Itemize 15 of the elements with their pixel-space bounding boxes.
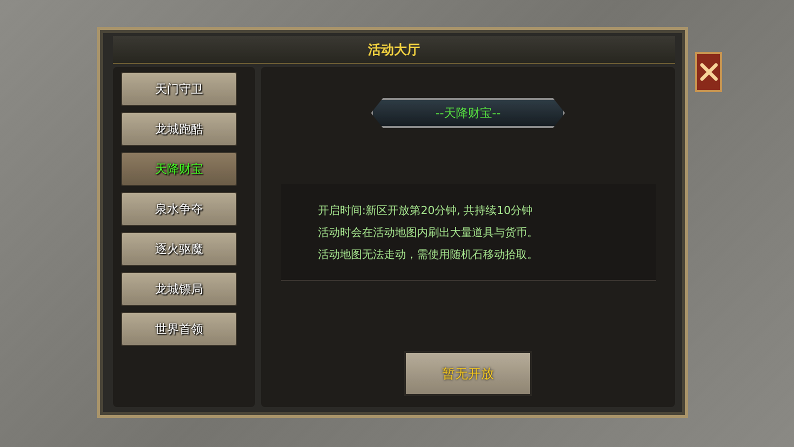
activity-tab[interactable]: 天门守卫 (121, 72, 237, 106)
description-text: 活动时会在活动地图内刷出大量道具与货币。 (318, 224, 539, 240)
description-text: 活动地图无法走动，需使用随机石移动拾取。 (318, 246, 539, 262)
activity-tab[interactable]: 天降财宝 (121, 152, 237, 186)
activity-tab[interactable]: 泉水争夺 (121, 192, 237, 226)
activity-tab[interactable]: 世界首领 (121, 312, 237, 346)
close-button[interactable] (695, 52, 722, 92)
close-icon (700, 63, 718, 81)
activity-heading: --天降财宝-- (371, 98, 565, 128)
window-title: 活动大厅 (113, 36, 675, 64)
description-text: 开启时间:新区开放第20分钟, 共持续10分钟 (318, 202, 534, 218)
activity-tab[interactable]: 逐火驱魔 (121, 232, 237, 266)
activity-tab[interactable]: 龙城跑酷 (121, 112, 237, 146)
activity-tab[interactable]: 龙城镖局 (121, 272, 237, 306)
status-button[interactable]: 暂无开放 (404, 351, 532, 396)
